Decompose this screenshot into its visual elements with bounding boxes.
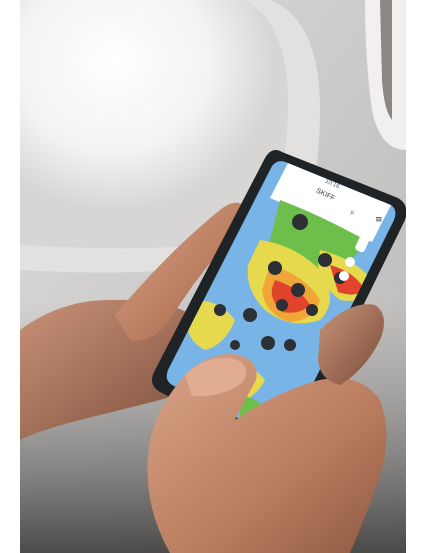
storm-icon xyxy=(292,214,308,230)
storm-icon xyxy=(318,253,332,267)
storm-icon xyxy=(268,261,282,275)
storm-icon xyxy=(306,304,318,316)
search-icon[interactable]: ⌕ xyxy=(350,208,354,217)
storm-icon xyxy=(276,299,288,311)
storm-icon xyxy=(291,283,305,297)
layers-button[interactable] xyxy=(345,257,355,267)
storm-icon xyxy=(230,340,240,350)
storm-icon xyxy=(243,308,257,322)
photo-scene: 10:16 SKIFF ≡ ⌕ xyxy=(20,0,406,553)
storm-icon xyxy=(284,339,296,351)
storm-icon xyxy=(261,336,275,350)
hamburger-menu-icon[interactable]: ≡ xyxy=(375,215,383,225)
location-button[interactable] xyxy=(339,271,349,281)
storm-icon xyxy=(214,304,226,316)
scene-svg: 10:16 SKIFF ≡ ⌕ xyxy=(20,0,406,553)
